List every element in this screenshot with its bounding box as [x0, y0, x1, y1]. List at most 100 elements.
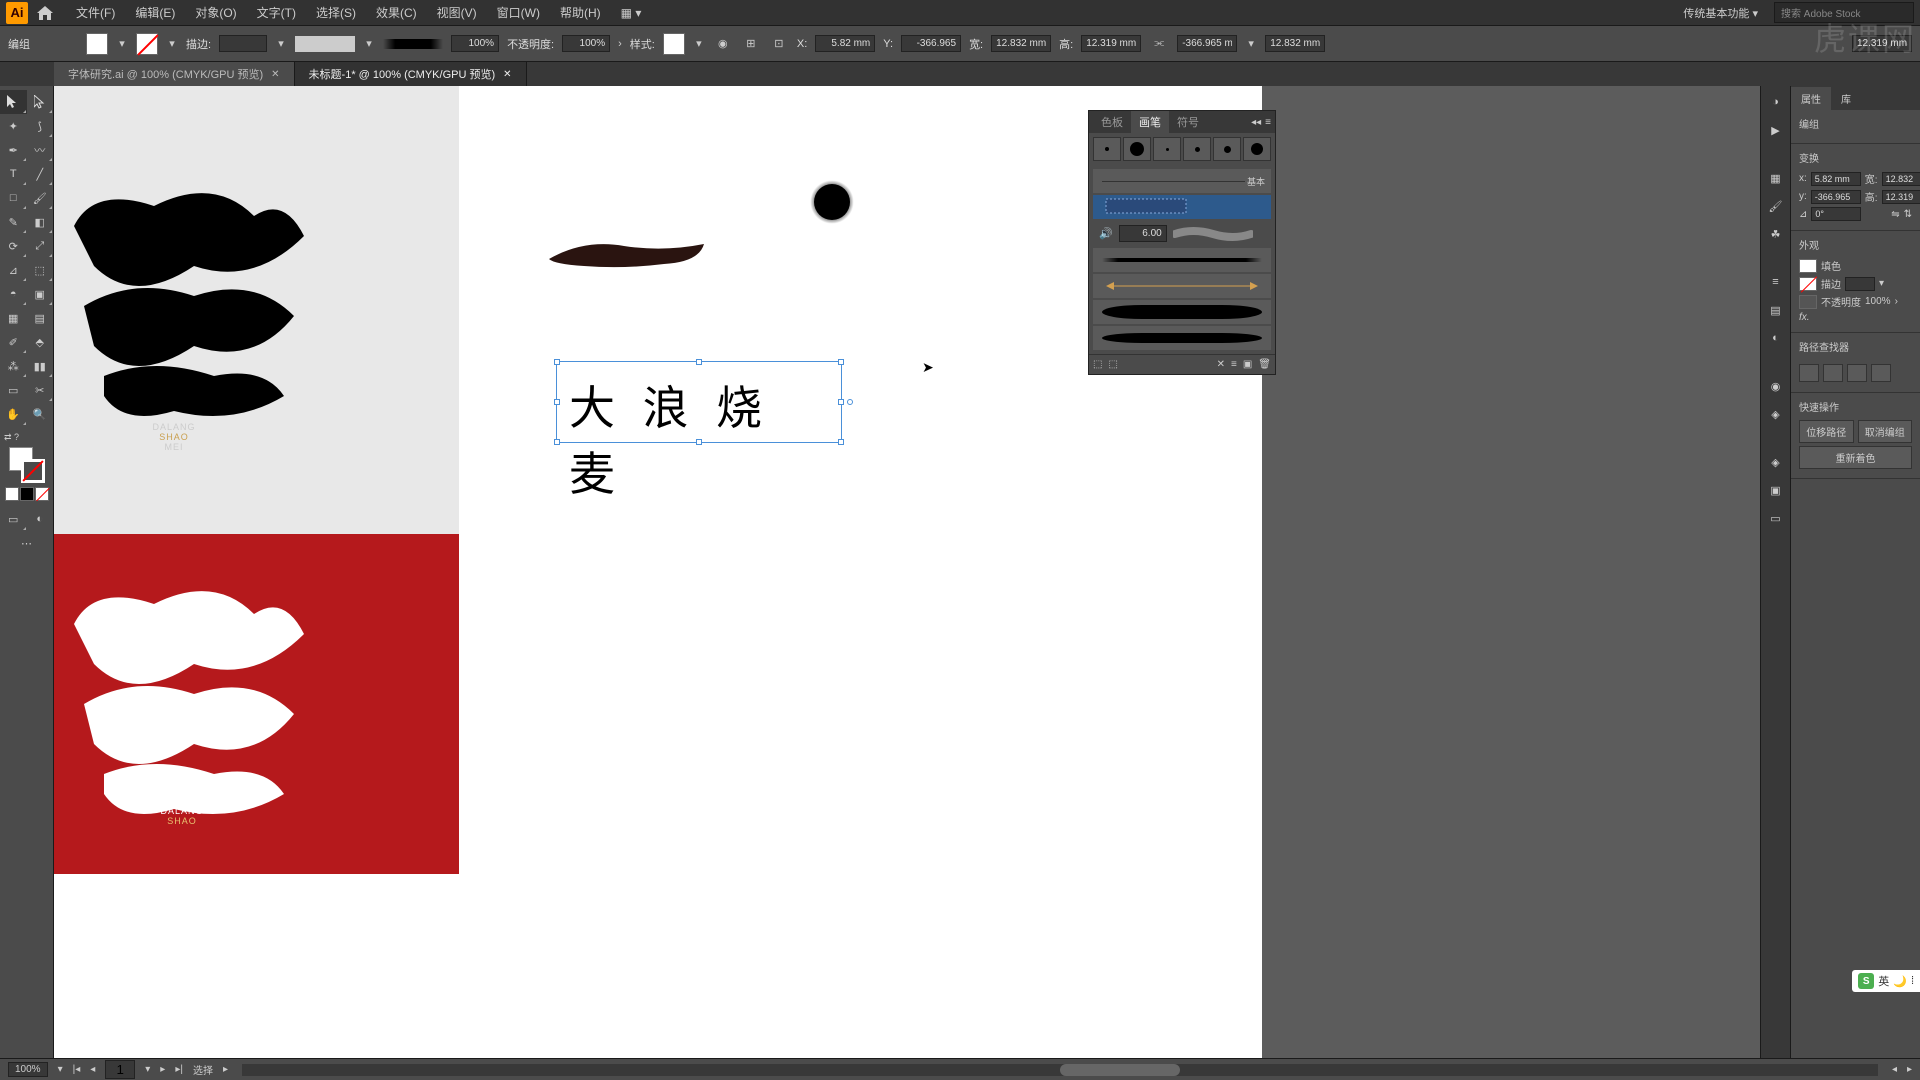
swatches-icon[interactable]: ▦ — [1766, 168, 1786, 188]
pathfinder-unite[interactable] — [1799, 364, 1819, 382]
menu-effect[interactable]: 效果(C) — [366, 4, 427, 21]
menu-object[interactable]: 对象(O) — [185, 4, 246, 21]
brush-opacity[interactable] — [1119, 225, 1167, 242]
prop-x[interactable] — [1811, 172, 1861, 186]
artboards-icon[interactable]: ▭ — [1766, 508, 1786, 528]
blend-tool[interactable]: ⬘ — [27, 330, 54, 354]
close-icon[interactable]: ✕ — [271, 69, 279, 80]
new-brush-icon[interactable]: ▣ — [1243, 359, 1252, 370]
symbols-tab[interactable]: 符号 — [1169, 111, 1207, 133]
menu-select[interactable]: 选择(S) — [306, 4, 366, 21]
hand-tool[interactable]: ✋ — [0, 402, 27, 426]
eraser-tool[interactable]: ◧ — [27, 210, 54, 234]
width-tool[interactable]: ⊿ — [0, 258, 27, 282]
close-icon[interactable]: ✕ — [503, 69, 511, 80]
prop-stroke[interactable] — [1799, 277, 1817, 291]
pen-tool[interactable]: ✒ — [0, 138, 27, 162]
perspective-tool[interactable]: ▣ — [27, 282, 54, 306]
ime-indicator[interactable]: S英🌙⁞ — [1852, 970, 1920, 992]
menu-help[interactable]: 帮助(H) — [550, 4, 611, 21]
gradient-icon[interactable]: ▤ — [1766, 300, 1786, 320]
appearance-icon[interactable]: ◉ — [1766, 376, 1786, 396]
prop-y[interactable] — [1811, 190, 1861, 204]
brush-charcoal[interactable] — [1093, 248, 1271, 272]
x-input[interactable] — [815, 35, 875, 52]
menu-type[interactable]: 文字(T) — [247, 4, 306, 21]
offset-path-btn[interactable]: 位移路径 — [1799, 420, 1854, 443]
prop-fill[interactable] — [1799, 259, 1817, 273]
collapse-icon[interactable]: ◂◂ — [1251, 117, 1261, 128]
constrain-icon[interactable]: ⫘ — [1149, 34, 1169, 54]
brushes-icon[interactable]: 🖌 — [1766, 196, 1786, 216]
transform-icon[interactable]: ⊡ — [769, 34, 789, 54]
color-guide-icon[interactable]: ▶ — [1766, 120, 1786, 140]
options-icon[interactable]: ≡ — [1231, 359, 1237, 370]
menu-edit[interactable]: 编辑(E) — [125, 4, 185, 21]
menu-view[interactable]: 视图(V) — [427, 4, 487, 21]
ty-input[interactable] — [1265, 35, 1325, 52]
color-icon[interactable]: ◑ — [1766, 92, 1786, 112]
doc-tab-2[interactable]: 未标题-1* @ 100% (CMYK/GPU 预览)✕ — [295, 62, 527, 86]
recolor-icon[interactable]: ◉ — [713, 34, 733, 54]
menu-window[interactable]: 窗口(W) — [487, 4, 550, 21]
zoom-tool[interactable]: 🔍 — [27, 402, 54, 426]
speaker-icon[interactable]: 🔊 — [1099, 227, 1113, 240]
menu-file[interactable]: 文件(F) — [66, 4, 125, 21]
library-icon[interactable]: ⬚ — [1093, 359, 1102, 370]
lib-menu-icon[interactable]: ⬚ — [1108, 359, 1117, 370]
edit-toolbar[interactable]: ⋯ — [0, 531, 53, 555]
brush-thick-2[interactable] — [1093, 326, 1271, 350]
layers-icon[interactable]: ◈ — [1766, 452, 1786, 472]
draw-mode[interactable]: ◐ — [27, 507, 54, 531]
brush-selected[interactable] — [1093, 195, 1271, 219]
slice-tool[interactable]: ✂ — [27, 378, 54, 402]
fill-swatch[interactable] — [86, 33, 108, 55]
brush-basic[interactable]: 基本 — [1093, 169, 1271, 193]
brush-preview[interactable] — [383, 39, 443, 49]
graph-tool[interactable]: ▮▮ — [27, 354, 54, 378]
transparency-icon[interactable]: ◐ — [1766, 328, 1786, 348]
stroke-box[interactable] — [21, 459, 45, 483]
style-swatch[interactable] — [663, 33, 685, 55]
scale-tool[interactable]: ⤢ — [27, 234, 54, 258]
workspace-dropdown[interactable]: 传统基本功能 ▾ — [1675, 3, 1766, 23]
shaper-tool[interactable]: ✎ — [0, 210, 27, 234]
pathfinder-exclude[interactable] — [1871, 364, 1891, 382]
home-icon[interactable] — [36, 4, 54, 22]
tx-input[interactable] — [1177, 35, 1237, 52]
paintbrush-tool[interactable]: 🖌 — [27, 186, 54, 210]
curvature-tool[interactable]: 〰 — [27, 138, 54, 162]
doc-tab-1[interactable]: 字体研究.ai @ 100% (CMYK/GPU 预览)✕ — [54, 62, 295, 86]
swatches-tab[interactable]: 色板 — [1093, 111, 1131, 133]
libraries-tab[interactable]: 库 — [1831, 87, 1861, 110]
pathfinder-minus[interactable] — [1823, 364, 1843, 382]
magic-wand-tool[interactable]: ✦ — [0, 114, 27, 138]
recolor-btn[interactable]: 重新着色 — [1799, 446, 1912, 469]
properties-tab[interactable]: 属性 — [1791, 87, 1831, 110]
ungroup-btn[interactable]: 取消编组 — [1858, 420, 1913, 443]
lasso-tool[interactable]: ⟆ — [27, 114, 54, 138]
symbol-sprayer-tool[interactable]: ⁂ — [0, 354, 27, 378]
align-icon[interactable]: ⊞ — [741, 34, 761, 54]
opacity-input[interactable] — [562, 35, 610, 52]
eyedropper-tool[interactable]: ✐ — [0, 330, 27, 354]
canvas[interactable]: DALANG SHAO MEI DALANG SHAO — [54, 86, 1760, 1058]
h-input[interactable] — [1081, 35, 1141, 52]
prop-w[interactable] — [1882, 172, 1920, 186]
shape-builder-tool[interactable]: ◓ — [0, 282, 27, 306]
menu-icon[interactable]: ≡ — [1265, 117, 1271, 128]
pathfinder-intersect[interactable] — [1847, 364, 1867, 382]
gradient-tool[interactable]: ▤ — [27, 306, 54, 330]
stroke-dd[interactable]: ▾ — [166, 35, 178, 53]
free-transform-tool[interactable]: ⬚ — [27, 258, 54, 282]
brushes-tab[interactable]: 画笔 — [1131, 111, 1169, 133]
rectangle-tool[interactable]: □ — [0, 186, 27, 210]
fill-dd[interactable]: ▾ — [116, 35, 128, 53]
fill-stroke-control[interactable]: ⇄ ? — [0, 426, 53, 507]
flip-h-icon[interactable]: ⇋ — [1891, 209, 1899, 220]
asset-export-icon[interactable]: ▣ — [1766, 480, 1786, 500]
delete-icon[interactable]: 🗑 — [1258, 359, 1271, 370]
selection-tool[interactable] — [0, 90, 27, 114]
stroke-weight[interactable] — [219, 35, 267, 52]
flip-v-icon[interactable]: ⇅ — [1904, 209, 1912, 220]
